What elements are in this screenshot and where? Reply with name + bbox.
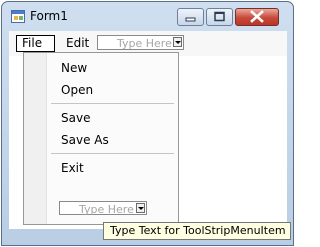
form-window: Form1 File Edit Type Here New Open Save …	[1, 1, 294, 246]
menu-item-open[interactable]: Open	[61, 83, 93, 97]
menu-file[interactable]: File	[16, 35, 55, 52]
menubar-type-here-box[interactable]: Type Here	[97, 35, 184, 50]
form-client-area: File Edit Type Here New Open Save Save A…	[9, 31, 287, 229]
menu-item-exit[interactable]: Exit	[61, 161, 84, 175]
close-icon	[250, 10, 264, 23]
menu-edit[interactable]: Edit	[60, 35, 96, 52]
menu-item-save[interactable]: Save	[61, 111, 90, 125]
menu-separator	[51, 103, 174, 104]
title-bar[interactable]: Form1	[2, 2, 293, 30]
menu-item-new[interactable]: New	[61, 61, 87, 75]
maximize-button[interactable]	[206, 8, 233, 26]
close-button[interactable]	[235, 8, 279, 26]
submenu-type-here-label: Type Here	[79, 203, 134, 216]
minimize-icon	[185, 17, 196, 22]
form-app-icon	[11, 10, 25, 23]
file-dropdown-menu: New Open Save Save As Exit Type Here	[23, 52, 179, 225]
submenu-type-here-box[interactable]: Type Here	[59, 201, 147, 216]
dropdown-arrow-icon[interactable]	[136, 203, 145, 213]
maximize-icon	[214, 11, 225, 22]
menubar-type-here-label: Type Here	[117, 37, 172, 50]
menu-item-save-as[interactable]: Save As	[61, 133, 109, 147]
minimize-button[interactable]	[177, 8, 204, 26]
menu-separator	[51, 153, 174, 154]
window-title: Form1	[30, 9, 68, 23]
dropdown-arrow-icon[interactable]	[173, 37, 182, 47]
menu-image-margin	[24, 53, 47, 224]
tooltip: Type Text for ToolStripMenuItem	[103, 222, 291, 240]
